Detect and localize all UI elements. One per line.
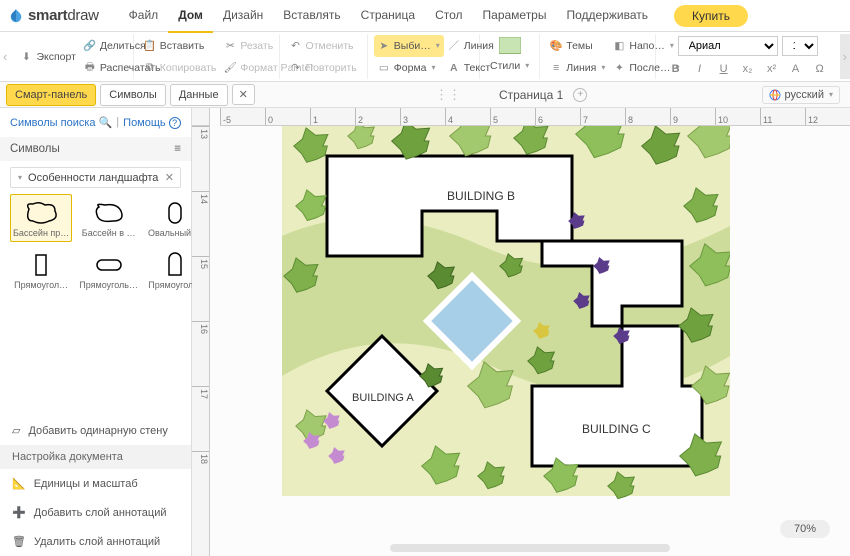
- panel-drag-icon[interactable]: ⋮⋮: [435, 87, 461, 103]
- menu-дом[interactable]: Дом: [168, 0, 213, 33]
- menu-вставлять[interactable]: Вставлять: [273, 0, 350, 33]
- paste-button[interactable]: 📋Вставить: [140, 35, 221, 57]
- styles-button[interactable]: Стили▾: [486, 55, 533, 77]
- ribbon-scroll-right[interactable]: ›: [840, 34, 850, 79]
- cut-icon: ✂: [224, 40, 236, 52]
- add-annotation-layer-button[interactable]: ➕ Добавить слой аннотаций: [0, 498, 191, 527]
- paste-icon: 📋: [144, 40, 156, 52]
- styles-swatch-icon[interactable]: [499, 37, 521, 55]
- line-icon: ／: [448, 40, 460, 52]
- remove-annotation-layer-button[interactable]: 🗑 Удалить слой аннотаций: [0, 527, 191, 556]
- tab-data[interactable]: Данные: [170, 84, 228, 106]
- download-icon: ⬇: [20, 51, 32, 63]
- symbols-header: Символы ≡: [0, 137, 191, 161]
- ruler-horizontal: -50123456789101112: [220, 108, 850, 126]
- building-a-label: BUILDING A: [352, 392, 414, 404]
- cursor-icon: ➤: [378, 40, 390, 52]
- print-icon: 🖶: [84, 62, 96, 74]
- ribbon-scroll-left[interactable]: ‹: [0, 34, 10, 79]
- sidebar: Символы поиска 🔍 | Помощь ? Символы ≡ ▾ …: [0, 108, 192, 556]
- symbol-1[interactable]: Бассейн в …: [76, 194, 141, 242]
- menu-стол[interactable]: Стол: [425, 0, 472, 33]
- search-symbols-link[interactable]: Символы поиска 🔍: [10, 116, 112, 129]
- export-button[interactable]: ⬇Экспорт: [16, 46, 79, 68]
- menu-файл[interactable]: Файл: [119, 0, 169, 33]
- top-menubar: smartdraw ФайлДомДизайнВставлятьСтраница…: [0, 0, 850, 32]
- close-icon[interactable]: ✕: [165, 171, 174, 184]
- symbol-0[interactable]: Бассейн пр…: [10, 194, 72, 242]
- themes-button[interactable]: 🎨Темы: [546, 35, 609, 57]
- shape-icon: ▭: [378, 62, 390, 74]
- main-menu: ФайлДомДизайнВставлятьСтраницаСтолПараме…: [119, 0, 658, 33]
- help-link[interactable]: Помощь ?: [123, 116, 181, 129]
- palette-icon: 🎨: [550, 40, 562, 52]
- menu-icon[interactable]: ≡: [174, 143, 181, 155]
- help-icon: ?: [169, 117, 181, 129]
- menu-поддерживать[interactable]: Поддерживать: [556, 0, 658, 33]
- redo-button[interactable]: ↷Повторить: [286, 57, 361, 79]
- line-style-button[interactable]: ≡Линия▾: [546, 57, 609, 79]
- language-selector[interactable]: русский▾: [762, 86, 841, 104]
- building-b-label: BUILDING B: [447, 189, 515, 203]
- format-btn-2[interactable]: U: [714, 60, 734, 78]
- ruler-icon: 📐: [12, 477, 26, 490]
- tab-close[interactable]: ✕: [232, 84, 255, 105]
- redo-icon: ↷: [290, 62, 302, 74]
- select-tool[interactable]: ➤Выби…▾: [374, 35, 444, 57]
- wall-icon: ▱: [12, 424, 20, 437]
- symbol-3[interactable]: Прямоугол…: [10, 246, 72, 294]
- copy-button[interactable]: ⧉Копировать: [140, 57, 221, 79]
- zoom-indicator[interactable]: 70%: [780, 520, 830, 538]
- format-btn-6[interactable]: Ω: [810, 60, 830, 78]
- canvas-area[interactable]: -50123456789101112 131415161718 BUI: [192, 108, 850, 556]
- copy-icon: ⧉: [144, 62, 156, 74]
- globe-icon: [769, 89, 781, 101]
- symbol-4[interactable]: Прямоуголь…: [76, 246, 141, 294]
- page-tab[interactable]: Страница 1: [499, 88, 563, 102]
- logo-suffix: draw: [67, 7, 98, 24]
- undo-icon: ↶: [290, 40, 302, 52]
- building-c-label: BUILDING C: [582, 422, 651, 436]
- undo-button[interactable]: ↶Отменить: [286, 35, 361, 57]
- format-btn-0[interactable]: B: [666, 60, 686, 78]
- font-group: Ариал 10 BIUx₂x²AΩ: [656, 34, 840, 79]
- add-layer-icon: ➕: [12, 506, 26, 519]
- fill-icon: ◧: [613, 40, 625, 52]
- menu-дизайн[interactable]: Дизайн: [213, 0, 273, 33]
- menu-страница[interactable]: Страница: [351, 0, 425, 33]
- drawing-canvas[interactable]: BUILDING B BUILDING A BUILDING C: [210, 126, 850, 556]
- format-btn-3[interactable]: x₂: [738, 60, 758, 78]
- format-btn-1[interactable]: I: [690, 60, 710, 78]
- logo-prefix: smart: [28, 7, 67, 24]
- effects-icon: ✦: [613, 62, 625, 74]
- ruler-vertical: 131415161718: [192, 126, 210, 556]
- brush-icon: 🖌: [224, 62, 236, 74]
- ruler-corner: [192, 108, 210, 126]
- search-icon: 🔍: [99, 117, 113, 129]
- landscape-plan[interactable]: BUILDING B BUILDING A BUILDING C: [282, 126, 730, 516]
- symbol-category-tag[interactable]: ▾ Особенности ландшафта ✕: [10, 167, 181, 188]
- doc-settings-header: Настройка документа: [0, 445, 191, 469]
- tab-smart-panel[interactable]: Смарт-панель: [6, 84, 96, 106]
- tab-strip: Смарт-панель Символы Данные ✕ ⋮⋮ Страниц…: [0, 82, 850, 108]
- share-icon: 🔗: [84, 40, 96, 52]
- units-scale-button[interactable]: 📐 Единицы и масштаб: [0, 469, 191, 498]
- text-icon: A: [448, 62, 460, 74]
- add-page-button[interactable]: +: [573, 88, 587, 102]
- font-family-select[interactable]: Ариал: [678, 36, 778, 56]
- line-style-icon: ≡: [550, 62, 562, 74]
- tab-symbols[interactable]: Символы: [100, 84, 166, 106]
- shape-tool[interactable]: ▭Форма▾: [374, 57, 444, 79]
- menu-параметры[interactable]: Параметры: [473, 0, 557, 33]
- remove-layer-icon: 🗑: [12, 535, 26, 548]
- format-btn-4[interactable]: x²: [762, 60, 782, 78]
- horizontal-scrollbar[interactable]: [390, 544, 670, 552]
- buy-button[interactable]: Купить: [674, 5, 748, 27]
- ribbon-toolbar: ‹ ⬇Экспорт 🔗Делиться 🖶Распечатать 📋Встав…: [0, 32, 850, 82]
- logo-icon: [8, 8, 24, 24]
- font-size-select[interactable]: 10: [782, 36, 818, 56]
- format-btn-5[interactable]: A: [786, 60, 806, 78]
- add-wall-button[interactable]: ▱ Добавить одинарную стену: [0, 416, 191, 445]
- brand-logo: smartdraw: [8, 7, 99, 24]
